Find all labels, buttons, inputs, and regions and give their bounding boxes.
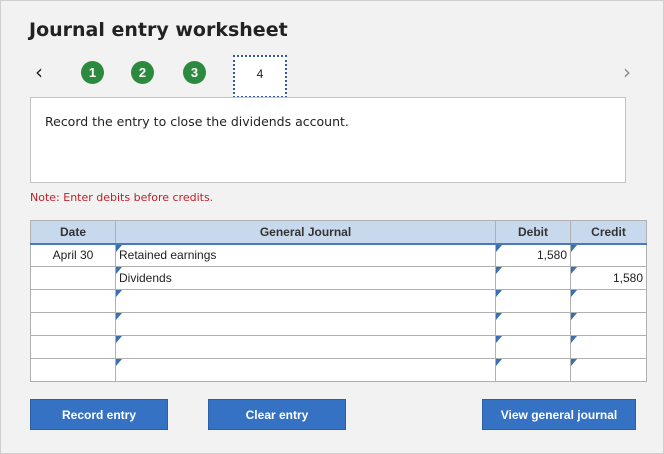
dropdown-marker-icon [116,290,122,297]
account-input[interactable] [115,358,496,382]
input-marker-icon [496,336,502,343]
column-header-date: Date [30,220,116,245]
date-cell[interactable] [30,266,116,290]
input-marker-icon [571,244,577,252]
worksheet-panel: Journal entry worksheet ‹ 1 2 3 4 › Reco… [0,0,664,454]
account-value: Retained earnings [119,248,217,263]
column-header-credit: Credit [570,220,647,245]
page-title: Journal entry worksheet [29,19,288,41]
instruction-text: Record the entry to close the dividends … [45,114,349,129]
dropdown-marker-icon [116,313,122,320]
input-marker-icon [496,267,502,274]
account-input[interactable]: Dividends [115,266,496,290]
credit-input[interactable]: 1,580 [570,266,647,290]
table-row [30,289,647,313]
debit-input[interactable]: 1,580 [495,243,571,267]
table-row: April 30 Retained earnings 1,580 [30,243,647,267]
dropdown-marker-icon [116,336,122,343]
dropdown-marker-icon [116,244,122,252]
debit-value: 1,580 [536,248,567,263]
input-marker-icon [496,313,502,320]
account-value: Dividends [119,271,172,285]
instruction-box: Record the entry to close the dividends … [30,97,626,183]
debit-input[interactable] [495,289,571,313]
credit-input[interactable] [570,289,647,313]
input-marker-icon [571,290,577,297]
input-marker-icon [571,313,577,320]
step-4-button-current[interactable]: 4 [233,55,287,98]
account-input[interactable] [115,289,496,313]
debit-input[interactable] [495,358,571,382]
debit-input[interactable] [495,312,571,336]
input-marker-icon [571,336,577,343]
column-header-general-journal: General Journal [115,220,496,245]
credit-input[interactable] [570,358,647,382]
column-header-debit: Debit [495,220,571,245]
journal-table: Date General Journal Debit Credit April … [30,220,647,382]
input-marker-icon [496,244,502,252]
credit-input[interactable] [570,243,647,267]
table-row [30,312,647,336]
input-marker-icon [496,290,502,297]
date-cell[interactable] [30,358,116,382]
credit-input[interactable] [570,312,647,336]
debit-input[interactable] [495,266,571,290]
dropdown-marker-icon [116,267,122,274]
chevron-left-icon[interactable]: ‹ [29,61,49,85]
input-marker-icon [496,359,502,366]
date-cell[interactable]: April 30 [30,243,116,267]
table-row [30,335,647,359]
table-row [30,358,647,382]
step-1-button[interactable]: 1 [81,61,104,84]
table-row: Dividends 1,580 [30,266,647,290]
date-cell[interactable] [30,335,116,359]
view-general-journal-button[interactable]: View general journal [482,399,636,430]
step-2-button[interactable]: 2 [131,61,154,84]
clear-entry-button[interactable]: Clear entry [208,399,346,430]
account-input[interactable]: Retained earnings [115,243,496,267]
chevron-right-icon[interactable]: › [617,61,637,85]
credit-value: 1,580 [612,271,643,285]
input-marker-icon [571,359,577,366]
dropdown-marker-icon [116,359,122,366]
account-input[interactable] [115,312,496,336]
credit-input[interactable] [570,335,647,359]
date-cell[interactable] [30,312,116,336]
record-entry-button[interactable]: Record entry [30,399,168,430]
account-input[interactable] [115,335,496,359]
note-text: Note: Enter debits before credits. [30,191,214,204]
debit-input[interactable] [495,335,571,359]
table-header-row: Date General Journal Debit Credit [30,220,647,245]
date-cell[interactable] [30,289,116,313]
input-marker-icon [571,267,577,274]
step-3-button[interactable]: 3 [183,61,206,84]
